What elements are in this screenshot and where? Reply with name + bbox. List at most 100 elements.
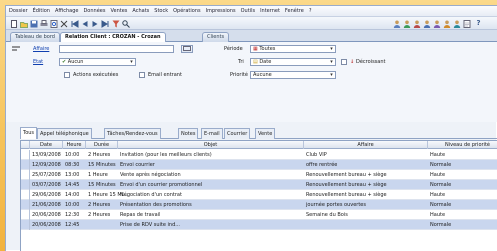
open-icon[interactable] (19, 19, 28, 28)
save-icon[interactable] (29, 19, 38, 28)
header-priorite[interactable]: Niveau de priorité (428, 141, 497, 149)
print-icon[interactable] (39, 19, 48, 28)
menu-outils[interactable]: Outils (241, 8, 255, 14)
row-selector[interactable] (21, 170, 30, 180)
header-duree[interactable]: Durée (86, 141, 118, 149)
affaire-browse-button[interactable] (181, 45, 193, 53)
tab-clients[interactable]: Clients (202, 32, 230, 42)
header-heure[interactable]: Heure (63, 141, 86, 149)
row-selector[interactable] (21, 180, 30, 190)
priorite-select[interactable]: Aucune ▾ (250, 71, 336, 79)
row-selector[interactable] (21, 160, 30, 170)
menu-internet[interactable]: Internet (260, 8, 280, 14)
new-icon[interactable] (9, 19, 18, 28)
history-table: Date Heure Durée Objet Affaire Niveau de… (20, 140, 497, 251)
users-icon[interactable] (392, 19, 401, 28)
menu-impressions[interactable]: Impressions (206, 8, 236, 14)
user-icon[interactable] (402, 19, 411, 28)
cell-date: 29/06/2008 (32, 192, 61, 198)
menu-affichage[interactable]: Affichage (55, 8, 79, 14)
collapse-icon[interactable] (12, 46, 20, 51)
cell-objet: Prise de RDV suite ind... (120, 222, 181, 228)
menu-donnees[interactable]: Données (83, 8, 105, 14)
calendar-icon: ▦ (253, 46, 258, 52)
phone-icon[interactable] (442, 19, 451, 28)
tab-courrier[interactable]: Courrier (224, 128, 251, 139)
cell-objet: Envoi d'un courrier promotionnel (120, 182, 203, 188)
cut-icon[interactable] (59, 19, 68, 28)
menu-stock[interactable]: Stock (154, 8, 168, 14)
cell-priorite: Haute (430, 172, 446, 178)
row-selector[interactable] (21, 200, 30, 210)
header-objet[interactable]: Objet (118, 141, 304, 149)
help-icon[interactable]: ? (474, 19, 483, 28)
header-date[interactable]: Date (30, 141, 63, 149)
tab-taches-rendez-vous[interactable]: Tâches/Rendez-vous (104, 128, 161, 139)
filter-icon[interactable] (111, 19, 120, 28)
table-row[interactable]: 29/06/2008 14:00 1 Heure 15 Mi... Négoci… (21, 190, 497, 200)
browse-icon (183, 46, 191, 51)
find-icon[interactable] (121, 19, 130, 28)
tri-select[interactable]: ▤ Date ▾ (250, 58, 336, 66)
email-entrant-checkbox[interactable] (139, 72, 145, 78)
cell-date: 25/07/2008 (32, 172, 61, 178)
menu-achats[interactable]: Achats (132, 8, 149, 14)
cell-date: 13/09/2008 (32, 152, 61, 158)
cell-affaire: Renouvellement bureau + siège (306, 192, 387, 198)
prev-icon[interactable] (80, 19, 89, 28)
cell-objet: Repas de travail (120, 212, 161, 218)
contacts-icon[interactable] (412, 19, 421, 28)
mail-icon[interactable] (432, 19, 441, 28)
periode-select[interactable]: ▦ Toutes ▾ (250, 45, 336, 53)
tab-appel-telephonique[interactable]: Appel téléphonique (37, 128, 92, 139)
table-row[interactable]: 03/07/2008 14:45 15 Minutes Envoi d'un c… (21, 180, 497, 190)
email-entrant-label: Email entrant (148, 72, 182, 78)
table-row[interactable]: 21/06/2008 10:00 2 Heures Présentation d… (21, 200, 497, 210)
cell-duree: 2 Heures (88, 202, 111, 208)
next-icon[interactable] (90, 19, 99, 28)
menu-ventes[interactable]: Ventes (110, 8, 127, 14)
header-affaire[interactable]: Affaire (304, 141, 428, 149)
first-icon[interactable] (70, 19, 79, 28)
table-row[interactable]: 13/09/2008 10:00 2 Heures Invitation (po… (21, 150, 497, 160)
affaire-label[interactable]: Affaire (33, 46, 49, 52)
table-row[interactable]: 20/06/2008 12:30 2 Heures Repas de trava… (21, 210, 497, 220)
application-window: Dossier Édition Affichage Données Ventes… (5, 5, 497, 251)
preview-icon[interactable] (49, 19, 58, 28)
row-selector[interactable] (21, 210, 30, 220)
affaire-input[interactable] (59, 45, 174, 53)
cell-duree: 15 Minutes (88, 182, 116, 188)
menu-edition[interactable]: Édition (33, 8, 50, 14)
table-row[interactable]: 25/07/2008 13:00 1 Heure Vente après nég… (21, 170, 497, 180)
cell-affaire: Renouvellement bureau + siège (306, 172, 387, 178)
menu-operations[interactable]: Opérations (173, 8, 201, 14)
calendar-icon[interactable] (422, 19, 431, 28)
row-selector[interactable] (21, 220, 30, 230)
menu-dossier[interactable]: Dossier (9, 8, 28, 14)
etat-select[interactable]: ✔ Aucun ▾ (59, 58, 136, 66)
last-icon[interactable] (100, 19, 109, 28)
cell-priorite: Normale (430, 222, 452, 228)
tasks-icon[interactable] (452, 19, 461, 28)
tab-notes[interactable]: Notes (178, 128, 199, 139)
table-row[interactable]: 20/06/2008 12:45 Prise de RDV suite ind.… (21, 220, 497, 230)
decroissant-checkbox[interactable] (341, 59, 347, 65)
sort-icon: ▤ (253, 59, 258, 65)
menu-help[interactable]: ? (309, 8, 312, 14)
row-selector[interactable] (21, 150, 30, 160)
menu-fenetre[interactable]: Fenêtre (285, 8, 304, 14)
tab-tableau-de-bord[interactable]: Tableau de bord (10, 32, 60, 42)
tab-tous[interactable]: Tous (20, 127, 38, 139)
tri-label: Tri (238, 59, 244, 65)
tab-vente[interactable]: Vente (255, 128, 276, 139)
table-row[interactable]: 12/09/2008 08:30 15 Minutes Envoi courri… (21, 160, 497, 170)
cell-affaire: Club VIP (306, 152, 327, 158)
cell-objet: Négociation d'un contrat (120, 192, 182, 198)
etat-label[interactable]: Etat (33, 59, 43, 65)
actions-executees-checkbox[interactable] (64, 72, 70, 78)
cell-duree: 2 Heures (88, 212, 111, 218)
tab-email[interactable]: E-mail (201, 128, 223, 139)
cell-heure: 10:00 (65, 202, 80, 208)
report-icon[interactable] (462, 19, 471, 28)
row-selector[interactable] (21, 190, 30, 200)
